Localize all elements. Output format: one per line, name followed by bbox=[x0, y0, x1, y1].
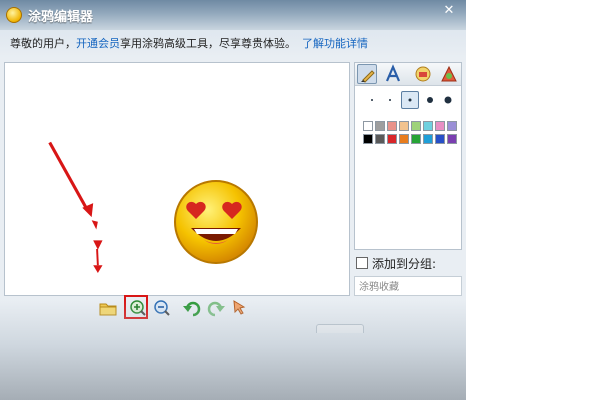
notice-prefix: 尊敬的用户， bbox=[10, 37, 76, 50]
app-logo-icon bbox=[6, 7, 22, 23]
color-swatch[interactable] bbox=[375, 121, 385, 131]
canvas-toolbar bbox=[4, 296, 350, 320]
close-button[interactable]: ✕ bbox=[437, 2, 461, 20]
color-swatch[interactable] bbox=[435, 121, 445, 131]
zoom-out-icon[interactable] bbox=[152, 298, 172, 318]
color-swatch[interactable] bbox=[447, 134, 457, 144]
color-swatch[interactable] bbox=[363, 134, 373, 144]
brush-size-3[interactable] bbox=[401, 91, 419, 109]
brush-size-selector bbox=[363, 91, 455, 111]
tool-tabs bbox=[355, 63, 461, 86]
group-select-field[interactable]: 涂鸦收藏 bbox=[354, 276, 462, 296]
text-icon[interactable] bbox=[383, 64, 403, 84]
redo-icon[interactable] bbox=[206, 298, 226, 318]
color-swatch[interactable] bbox=[363, 121, 373, 131]
zoom-in-highlight-box bbox=[124, 295, 148, 319]
sticker-icon[interactable] bbox=[413, 64, 433, 84]
color-swatch[interactable] bbox=[423, 121, 433, 131]
color-swatch[interactable] bbox=[411, 121, 421, 131]
add-to-group-row: 添加到分组: bbox=[354, 254, 464, 272]
undo-icon[interactable] bbox=[182, 298, 202, 318]
pointer-icon[interactable] bbox=[230, 298, 250, 318]
details-link[interactable]: 了解功能详情 bbox=[302, 37, 368, 50]
color-swatch[interactable] bbox=[423, 134, 433, 144]
color-swatch[interactable] bbox=[411, 134, 421, 144]
brush-size-1[interactable] bbox=[363, 91, 381, 109]
brush-icon[interactable] bbox=[357, 64, 377, 84]
vip-link[interactable]: 开通会员 bbox=[76, 37, 120, 50]
color-swatch[interactable] bbox=[387, 134, 397, 144]
color-swatch[interactable] bbox=[387, 121, 397, 131]
color-swatch[interactable] bbox=[447, 121, 457, 131]
tool-panel bbox=[354, 62, 462, 250]
title-bar[interactable]: 涂鸦编辑器 ✕ bbox=[0, 0, 466, 30]
brush-size-5[interactable] bbox=[439, 91, 457, 109]
color-swatch[interactable] bbox=[399, 121, 409, 131]
open-folder-icon[interactable] bbox=[98, 298, 118, 318]
color-swatch[interactable] bbox=[375, 134, 385, 144]
add-to-group-checkbox[interactable] bbox=[356, 257, 368, 269]
brush-size-2[interactable] bbox=[381, 91, 399, 109]
color-swatch[interactable] bbox=[435, 134, 445, 144]
color-swatch[interactable] bbox=[399, 134, 409, 144]
confirm-button[interactable] bbox=[316, 324, 364, 333]
brush-size-4[interactable] bbox=[421, 91, 439, 109]
notice-bar: 尊敬的用户，开通会员享用涂鸦高级工具，尽享尊贵体验。 了解功能详情 bbox=[0, 30, 466, 58]
shape-icon[interactable] bbox=[439, 64, 459, 84]
doodle-editor-window: 涂鸦编辑器 ✕ 尊敬的用户，开通会员享用涂鸦高级工具，尽享尊贵体验。 了解功能详情 bbox=[0, 0, 466, 400]
window-title: 涂鸦编辑器 bbox=[28, 10, 94, 25]
heart-eyes-emoji[interactable] bbox=[172, 178, 260, 266]
add-to-group-label: 添加到分组: bbox=[372, 257, 437, 271]
notice-middle: 享用涂鸦高级工具，尽享尊贵体验。 bbox=[120, 37, 296, 50]
